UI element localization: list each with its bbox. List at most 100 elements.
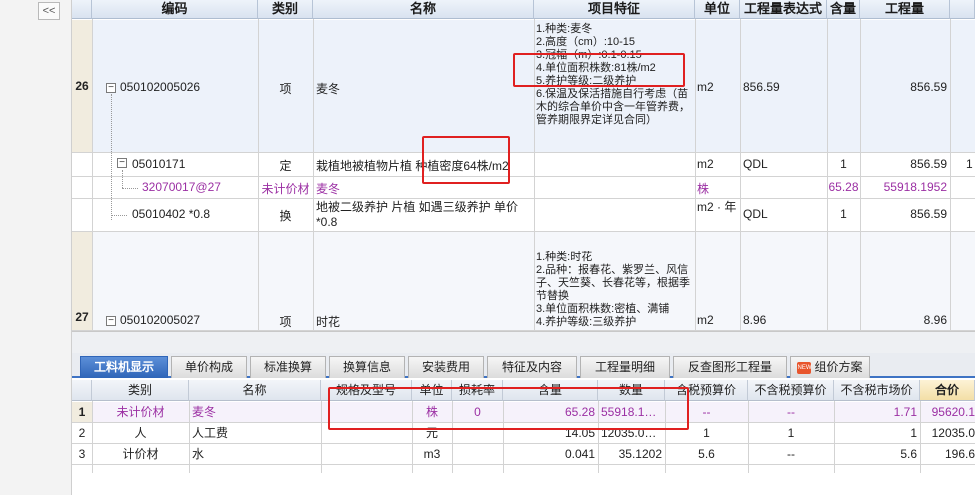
header-unit[interactable]: 单位 (412, 380, 452, 401)
row-index: 3 (78, 447, 86, 461)
collapse-toggle-icon[interactable]: − (106, 316, 116, 326)
header-spec[interactable]: 规格及型号 (321, 380, 412, 401)
material-quantity: 12035.0… (601, 426, 657, 440)
tab-install-cost[interactable]: 安装费用 (408, 356, 484, 378)
row-number: 26 (72, 20, 92, 152)
item-name: 麦冬 (316, 82, 341, 96)
detail-tab-bar: 工料机显示 单价构成 标准换算 换算信息 安装费用 特征及内容 工程量明细 反查… (72, 353, 975, 378)
material-tax-price: -- (702, 405, 711, 419)
item-quantity-expr: 856.59 (743, 80, 780, 94)
material-name: 水 (192, 447, 205, 461)
header-extra[interactable] (950, 0, 975, 19)
item-feature: 1.种类:麦冬 2.高度（cm）:10-15 3.冠幅（m）:0.1-0.15 … (536, 23, 690, 126)
item-unit: m2 (697, 80, 714, 94)
material-category: 人 (134, 426, 147, 440)
material-notax-price: -- (787, 447, 795, 461)
material-name: 麦冬 (192, 405, 217, 419)
material-total: 95620.1 (931, 405, 975, 419)
material-market-price: 5.6 (900, 447, 917, 461)
item-category: 未计价材 (261, 182, 310, 196)
material-loss: 0 (474, 405, 481, 419)
item-code: 32070017@27 (142, 180, 221, 194)
header-unit[interactable]: 单位 (695, 0, 740, 19)
item-name: 栽植地被植物片植 种植密度64株/m2 (316, 159, 509, 173)
row-index: 2 (78, 426, 86, 440)
material-total: 196.6 (944, 447, 975, 461)
tab-conversion-info[interactable]: 换算信息 (329, 356, 405, 378)
item-quantity: 55918.1952 (883, 180, 947, 194)
material-content: 0.041 (564, 447, 595, 461)
item-quantity: 856.59 (910, 207, 947, 221)
item-quantity-expr: 8.96 (743, 313, 767, 327)
material-notax-price: 1 (787, 426, 795, 440)
header-feature[interactable]: 项目特征 (534, 0, 695, 19)
header-loss[interactable]: 损耗率 (452, 380, 503, 401)
item-code: 05010171 (132, 157, 186, 171)
tab-materials[interactable]: 工料机显示 (80, 356, 168, 378)
item-category: 换 (279, 209, 292, 223)
material-market-price: 1.71 (893, 405, 917, 419)
material-total: 12035.0 (931, 426, 975, 440)
material-content: 14.05 (564, 426, 595, 440)
header-name[interactable]: 名称 (313, 0, 534, 19)
pane-splitter[interactable] (72, 331, 975, 353)
item-quantity-expr: QDL (743, 207, 768, 221)
item-unit: m2 (697, 157, 714, 171)
item-extra: 1 (966, 157, 973, 171)
item-category: 项 (279, 82, 292, 96)
item-name: 地被二级养护 片植 如遇三级养护 单价*0.8 (316, 200, 519, 229)
collapse-panel-button[interactable]: << (38, 2, 60, 20)
item-unit: m2 (697, 313, 714, 327)
header-quantity[interactable]: 数量 (598, 380, 665, 401)
header-category[interactable]: 类别 (92, 380, 189, 401)
material-content: 65.28 (564, 405, 595, 419)
tab-features[interactable]: 特征及内容 (487, 356, 577, 378)
item-name: 时花 (316, 315, 341, 329)
header-content[interactable]: 含量 (827, 0, 860, 19)
header-content[interactable]: 含量 (503, 380, 598, 401)
material-tax-price: 1 (703, 426, 710, 440)
header-quantity[interactable]: 工程量 (860, 0, 950, 19)
material-quantity: 35.1202 (618, 447, 662, 461)
item-quantity-expr: QDL (743, 157, 768, 171)
material-notax-price: -- (787, 405, 795, 419)
material-category: 未计价材 (116, 405, 165, 419)
row-number: 27 (72, 232, 92, 330)
collapse-toggle-icon[interactable]: − (117, 158, 127, 168)
material-market-price: 1 (910, 426, 917, 440)
material-unit: 株 (425, 405, 438, 419)
material-quantity: 55918.1… (601, 405, 657, 419)
header-name[interactable]: 名称 (189, 380, 321, 401)
item-category: 定 (279, 159, 292, 173)
tab-reverse-lookup[interactable]: 反查图形工程量 (673, 356, 787, 378)
item-quantity: 856.59 (910, 157, 947, 171)
header-category[interactable]: 类别 (258, 0, 313, 19)
material-tax-price: 5.6 (698, 447, 715, 461)
tab-quantity-detail[interactable]: 工程量明细 (580, 356, 670, 378)
header-rownum (72, 0, 92, 19)
item-code: 050102005026 (120, 80, 201, 94)
item-code: 050102005027 (120, 313, 201, 327)
material-category: 计价材 (122, 447, 159, 461)
tab-pricing-scheme[interactable]: NEW 组价方案 (790, 356, 870, 378)
tab-unit-price[interactable]: 单价构成 (171, 356, 247, 378)
tab-standard-conversion[interactable]: 标准换算 (250, 356, 326, 378)
header-code[interactable]: 编码 (92, 0, 258, 19)
row-index: 1 (72, 402, 92, 422)
item-category: 项 (279, 315, 292, 329)
item-unit: 株 (697, 182, 710, 196)
material-unit: 元 (425, 426, 438, 440)
header-tax-price[interactable]: 含税预算价 (665, 380, 748, 401)
new-badge-icon: NEW (797, 361, 812, 374)
header-market-price[interactable]: 不含税市场价 (834, 380, 920, 401)
left-panel: << (0, 0, 72, 495)
header-quantity-expr[interactable]: 工程量表达式 (740, 0, 827, 19)
item-content: 1 (840, 157, 847, 171)
item-unit: m2 · 年 (697, 200, 737, 214)
collapse-toggle-icon[interactable]: − (106, 83, 116, 93)
material-name: 人工费 (192, 426, 229, 440)
item-name: 麦冬 (316, 182, 341, 196)
header-notax-price[interactable]: 不含税预算价 (748, 380, 834, 401)
header-total[interactable]: 合价 (920, 380, 975, 401)
material-unit: m3 (423, 447, 441, 461)
